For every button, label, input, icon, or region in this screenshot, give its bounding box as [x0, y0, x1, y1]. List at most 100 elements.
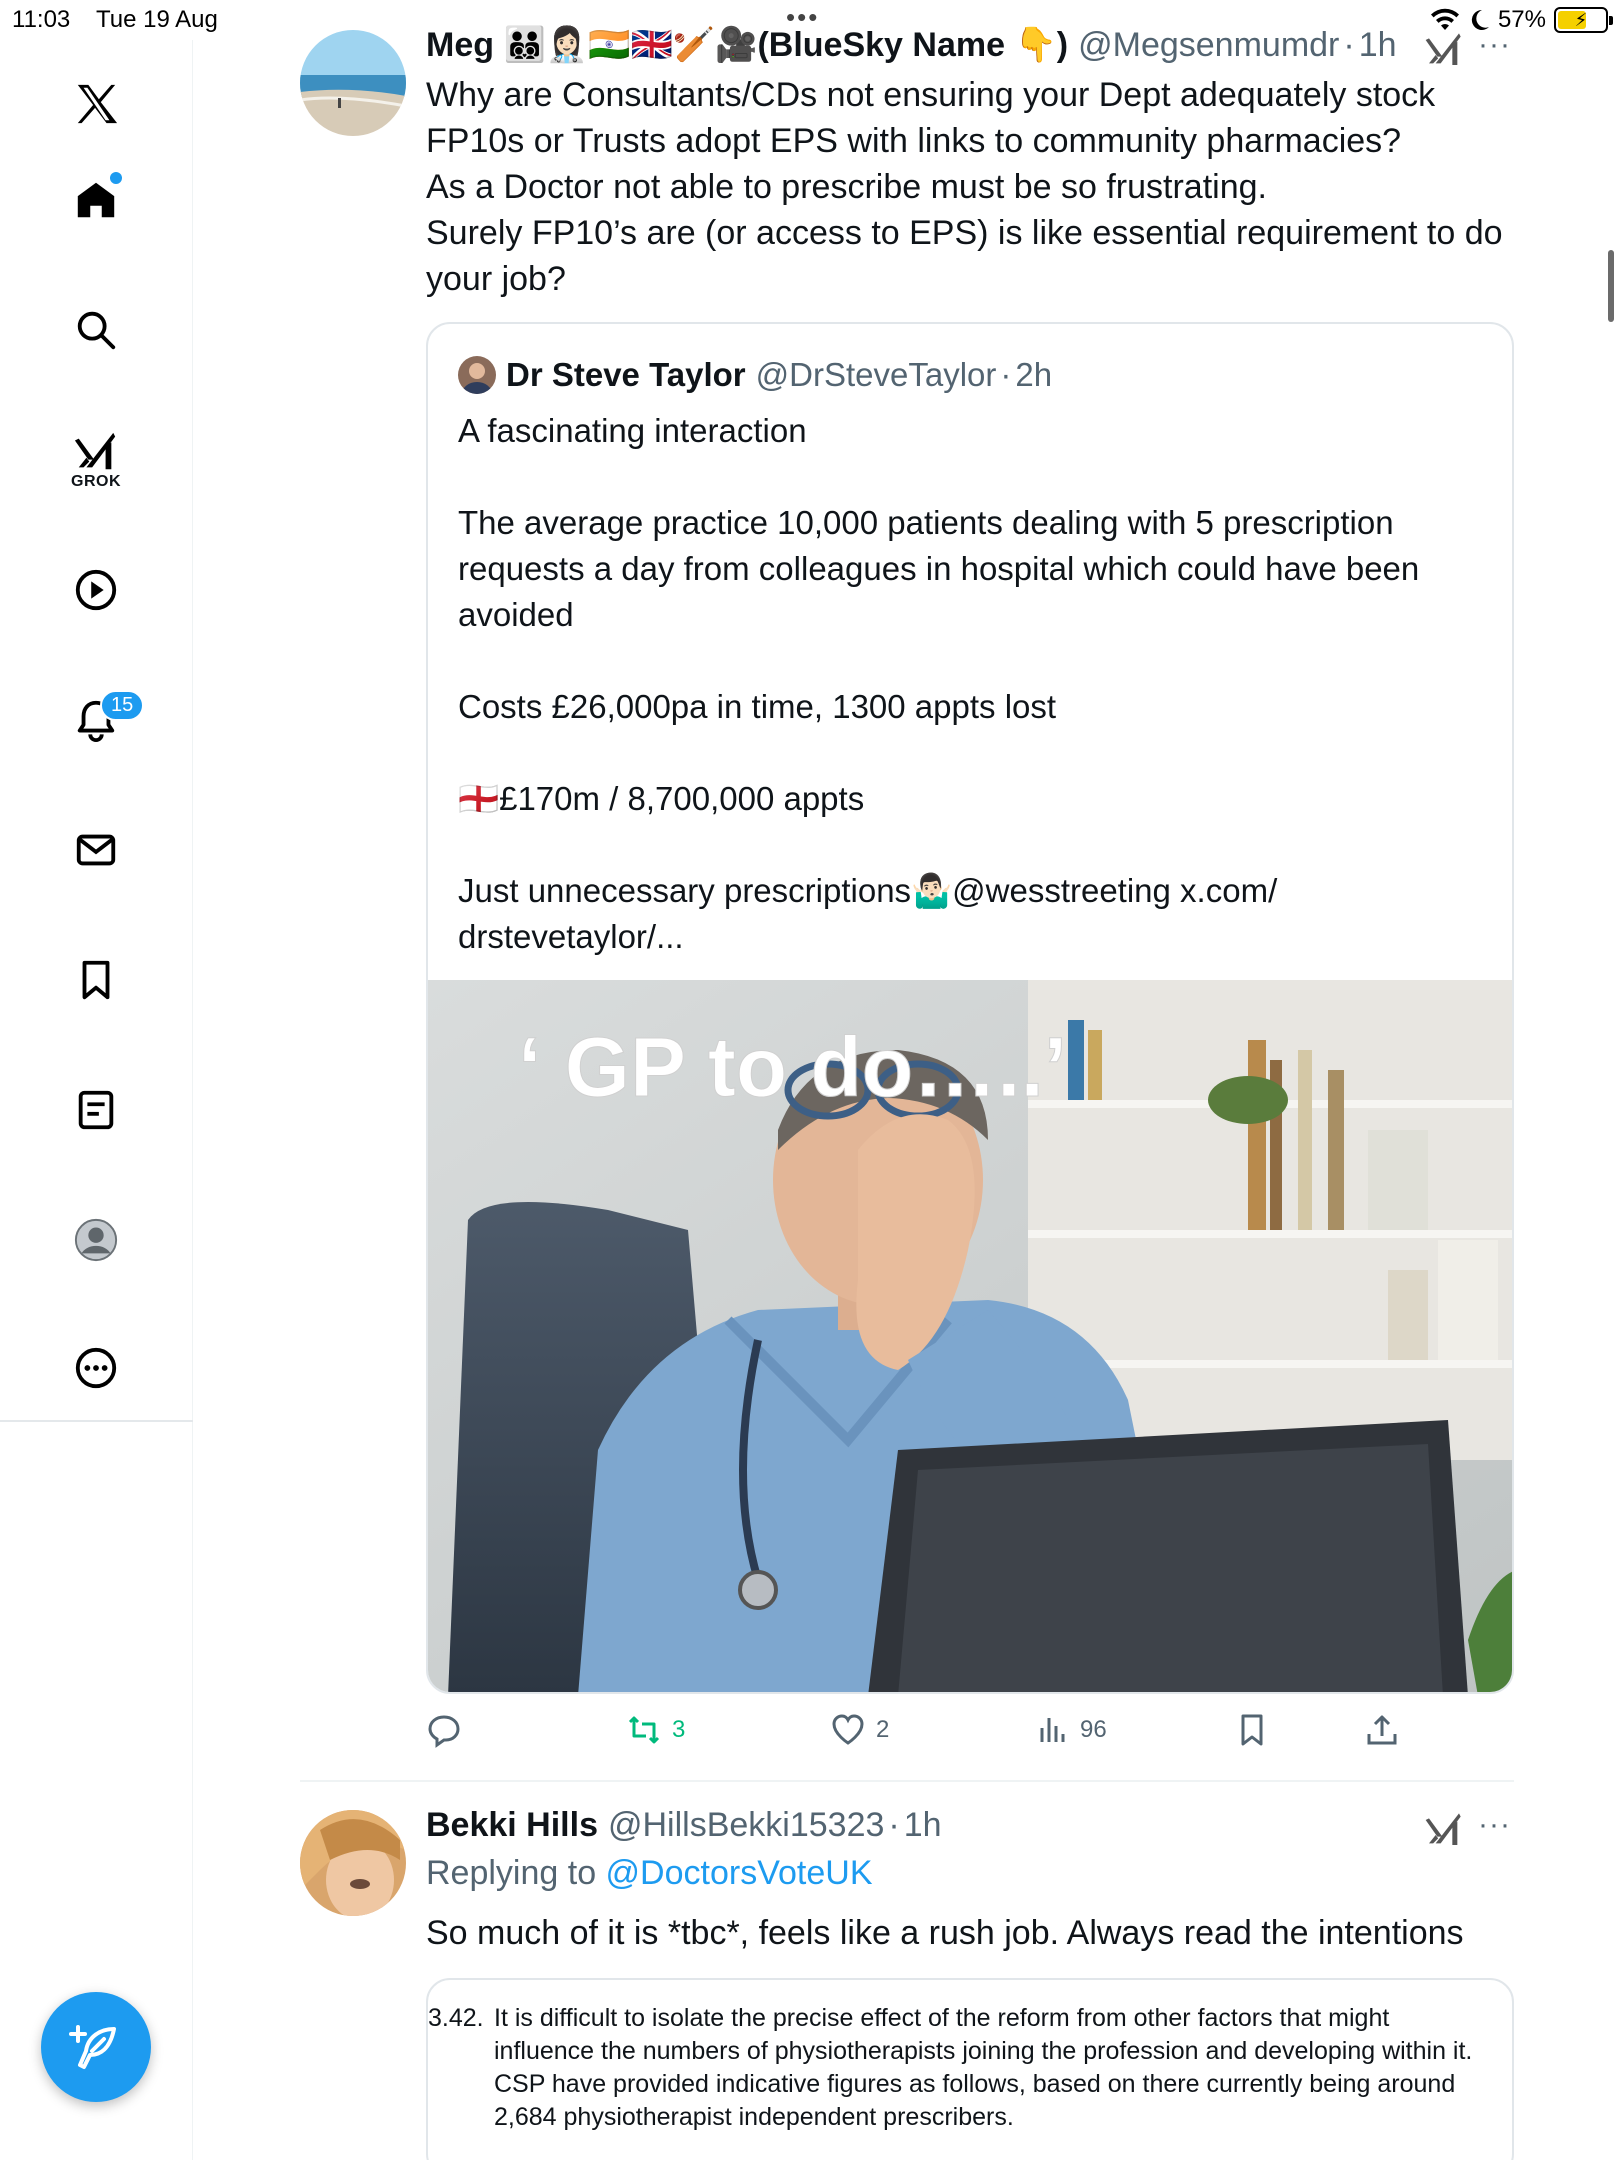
quote-text-line: Just unnecessary prescriptions🤷🏻‍♂️@wess…: [458, 872, 1278, 909]
grok-label: GROK: [71, 473, 121, 490]
heart-icon: [832, 1714, 864, 1745]
quote-author-name[interactable]: Dr Steve Taylor: [506, 356, 746, 394]
quote-text-line: The average practice 10,000 patients dea…: [458, 504, 1394, 541]
grok-explain-icon[interactable]: [1424, 1810, 1464, 1850]
x-logo[interactable]: [60, 68, 132, 140]
share-button[interactable]: [1364, 1712, 1400, 1748]
tweet-text-line: FP10s or Trusts adopt EPS with links to …: [426, 122, 1402, 160]
author-handle[interactable]: @Megsenmumdr: [1078, 26, 1339, 65]
author-handle[interactable]: @HillsBekki15323: [608, 1806, 884, 1845]
more-circle-icon: [75, 1347, 117, 1389]
repost-count: 3: [672, 1716, 686, 1743]
sidebar-item-profile[interactable]: [60, 1204, 132, 1276]
search-icon: [77, 311, 116, 350]
repost-button[interactable]: 3: [626, 1712, 685, 1748]
bookmark-button[interactable]: [1234, 1712, 1270, 1748]
quote-text-line: Costs £26,000pa in time, 1300 appts lost: [458, 688, 1057, 725]
sidebar-item-videos[interactable]: [60, 554, 132, 626]
separator-dot: ·: [888, 1805, 900, 1844]
tweet-header: Bekki Hills @HillsBekki15323 · 1h: [426, 1802, 1514, 1848]
feed-scrollbar[interactable]: [1608, 250, 1614, 322]
image-caption: ‘ GP to do…..’: [518, 1020, 1067, 1114]
tweet-text-line: Surely FP10’s are (or access to EPS) is …: [426, 214, 1503, 252]
quote-text-line: avoided: [458, 596, 574, 633]
doc-paragraph-number: 3.42.: [428, 2004, 484, 2032]
sidebar-item-grok[interactable]: GROK: [60, 424, 132, 496]
tweet-text: Why are Consultants/CDs not ensuring you…: [426, 72, 1514, 302]
bookmark-icon: [1241, 1714, 1263, 1746]
clock: 11:03: [12, 6, 71, 33]
view-count: 96: [1080, 1716, 1107, 1743]
quote-text-line: drstevetaylor/...: [458, 918, 684, 955]
like-count: 2: [876, 1716, 890, 1743]
tweet-actions: 3 2 96: [426, 1712, 1426, 1768]
reply-button[interactable]: [426, 1712, 472, 1748]
tweet-divider: [300, 1780, 1514, 1782]
separator-dot: ·: [1000, 356, 1012, 393]
replying-to-label: Replying to: [426, 1854, 606, 1892]
tweet-text-line: your job?: [426, 260, 566, 298]
sidebar-item-bookmarks[interactable]: [60, 944, 132, 1016]
quoted-tweet-image[interactable]: ‘ GP to do…..’: [428, 980, 1514, 1694]
timestamp[interactable]: 1h: [1359, 26, 1397, 65]
avatar-image: [300, 1810, 406, 1916]
tweet-text-line: As a Doctor not able to prescribe must b…: [426, 168, 1267, 206]
x-logo-icon: [77, 84, 118, 124]
tweet-text: So much of it is *tbc*, feels like a rus…: [426, 1914, 1464, 1952]
tweet-text-line: Why are Consultants/CDs not ensuring you…: [426, 76, 1436, 114]
doc-text-line: 2,684 physiotherapist independent prescr…: [494, 2103, 1014, 2131]
bookmark-icon: [82, 960, 110, 1000]
quoted-tweet-card[interactable]: Dr Steve Taylor @DrSteveTaylor · 2h A fa…: [426, 322, 1514, 1694]
replying-to: Replying to @DoctorsVoteUK: [426, 1854, 873, 1893]
avatar-bekki[interactable]: [300, 1810, 406, 1916]
author-name[interactable]: Meg 🧑‍🧑‍🧒‍🧒👩🏻‍⚕️🇮🇳🇬🇧🏏🎥(BlueSky Name 👇): [426, 25, 1068, 65]
sidebar-divider: [0, 1420, 193, 1422]
more-options-button[interactable]: ···: [1478, 1808, 1511, 1842]
tweet-bekki[interactable]: Bekki Hills @HillsBekki15323 · 1h ··· Re…: [300, 1790, 1514, 2160]
separator-dot: ·: [1343, 25, 1355, 64]
envelope-icon: [76, 834, 116, 866]
sidebar-item-explore[interactable]: [60, 294, 132, 366]
beach-avatar-image: [300, 30, 406, 136]
profile-avatar-icon: [74, 1218, 118, 1262]
quote-timestamp: 2h: [1015, 356, 1053, 393]
date: Tue 19 Aug: [96, 6, 218, 33]
tweet-meg[interactable]: Meg 🧑‍🧑‍🧒‍🧒👩🏻‍⚕️🇮🇳🇬🇧🏏🎥(BlueSky Name 👇) @…: [300, 0, 1514, 1780]
doc-text-line: It is difficult to isolate the precise e…: [494, 2004, 1390, 2032]
more-options-button[interactable]: ···: [1478, 28, 1511, 62]
grok-explain-icon[interactable]: [1424, 30, 1464, 70]
tweet-header: Meg 🧑‍🧑‍🧒‍🧒👩🏻‍⚕️🇮🇳🇬🇧🏏🎥(BlueSky Name 👇) @…: [426, 22, 1514, 68]
quote-text-line: requests a day from colleagues in hospit…: [458, 550, 1420, 587]
analytics-icon: [1040, 1718, 1065, 1742]
sidebar-item-notifications[interactable]: 15: [60, 684, 145, 756]
sidebar-item-home[interactable]: [60, 164, 132, 236]
avatar-meg[interactable]: [300, 30, 406, 136]
quote-text-line: 🏴󠁧󠁢󠁥󠁮󠁧󠁿£170m / 8,700,000 appts: [458, 780, 865, 817]
notifications-badge: 15: [100, 690, 145, 721]
quote-text-line: A fascinating interaction: [458, 412, 807, 449]
sidebar-item-messages[interactable]: [60, 814, 132, 886]
attached-document-image[interactable]: 3.42. It is difficult to isolate the pre…: [426, 1978, 1514, 2160]
reply-icon: [428, 1715, 460, 1748]
battery-icon: ⚡: [1554, 7, 1613, 33]
compose-post-button[interactable]: [41, 1992, 151, 2102]
quote-author-handle[interactable]: @DrSteveTaylor: [756, 356, 997, 394]
like-button[interactable]: 2: [830, 1712, 889, 1748]
author-name[interactable]: Bekki Hills: [426, 1806, 598, 1845]
list-icon: [78, 1090, 114, 1130]
views-button[interactable]: 96: [1034, 1712, 1107, 1748]
quote-header: Dr Steve Taylor @DrSteveTaylor · 2h: [458, 356, 1052, 394]
grok-icon: [74, 432, 116, 470]
sidebar-item-more[interactable]: [60, 1332, 132, 1404]
replying-to-link[interactable]: @DoctorsVoteUK: [606, 1854, 873, 1892]
compose-feather-icon: [69, 2025, 116, 2069]
share-icon: [1367, 1715, 1397, 1745]
home-new-dot: [110, 172, 122, 184]
sidebar-item-lists[interactable]: [60, 1074, 132, 1146]
repost-icon: [628, 1716, 660, 1744]
quote-avatar[interactable]: [458, 356, 496, 394]
timestamp[interactable]: 1h: [904, 1806, 942, 1845]
doc-text-line: CSP have provided indicative figures as …: [494, 2070, 1456, 2098]
play-icon: [75, 569, 117, 611]
sidebar-nav: GROK 15: [0, 40, 193, 2160]
